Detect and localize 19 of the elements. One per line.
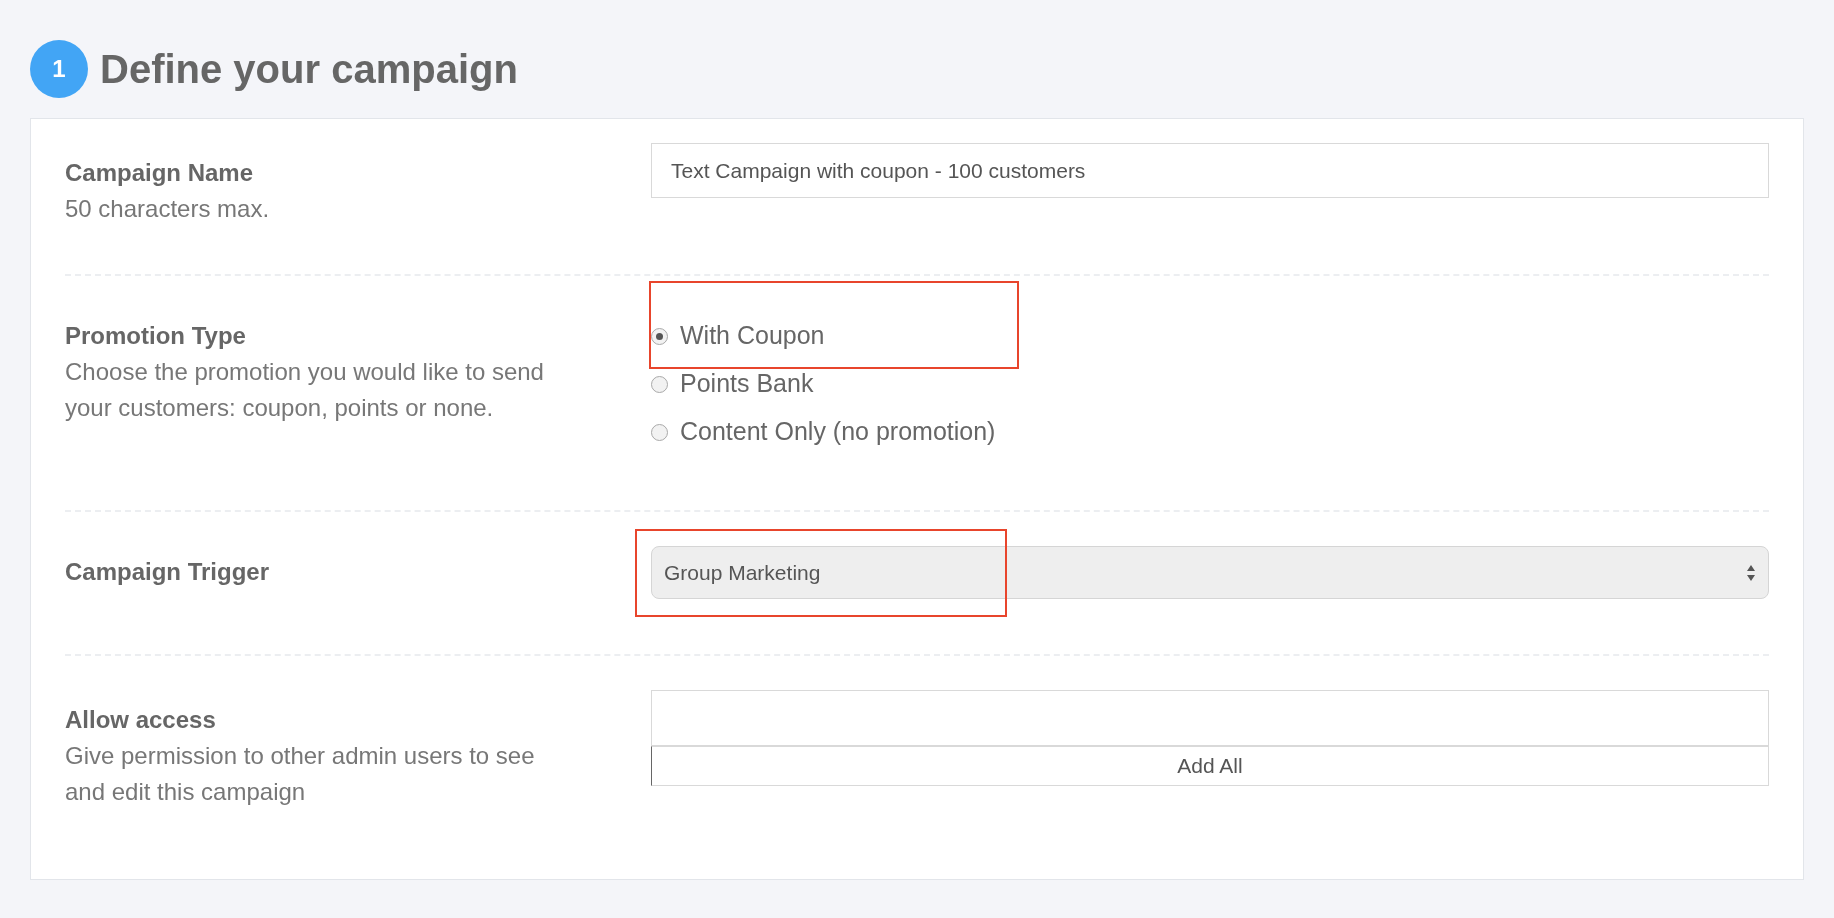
dropdown-select[interactable]: Group Marketing — [651, 546, 1769, 599]
up-down-caret-icon — [1746, 563, 1756, 582]
add-all-button[interactable]: Add All — [651, 746, 1769, 786]
field-help-text: 50 characters max. — [65, 194, 271, 224]
user-select-field[interactable] — [651, 690, 1769, 746]
field-label: Allow access — [65, 705, 217, 735]
text-input-field[interactable]: Text Campaign with coupon - 100 customers — [651, 143, 1769, 198]
field-help-text: Give permission to other admin users to see and edit this campaign — [65, 741, 536, 807]
field-label: Promotion Type — [65, 321, 247, 351]
step-number-badge: 1 — [30, 40, 88, 98]
radio-button[interactable] — [651, 375, 668, 393]
section-title: Define your campaign — [100, 46, 518, 93]
radio-button[interactable] — [651, 423, 668, 441]
field-label: Campaign Name — [65, 158, 255, 188]
radio-option[interactable]: Points Bank — [651, 366, 814, 402]
field-label: Campaign Trigger — [65, 557, 271, 587]
radio-button[interactable] — [651, 327, 668, 345]
field-help-text: Choose the promotion you would like to send your customers: coupon, points or none. — [65, 357, 545, 423]
radio-option[interactable]: Content Only (no promotion) — [651, 414, 996, 450]
